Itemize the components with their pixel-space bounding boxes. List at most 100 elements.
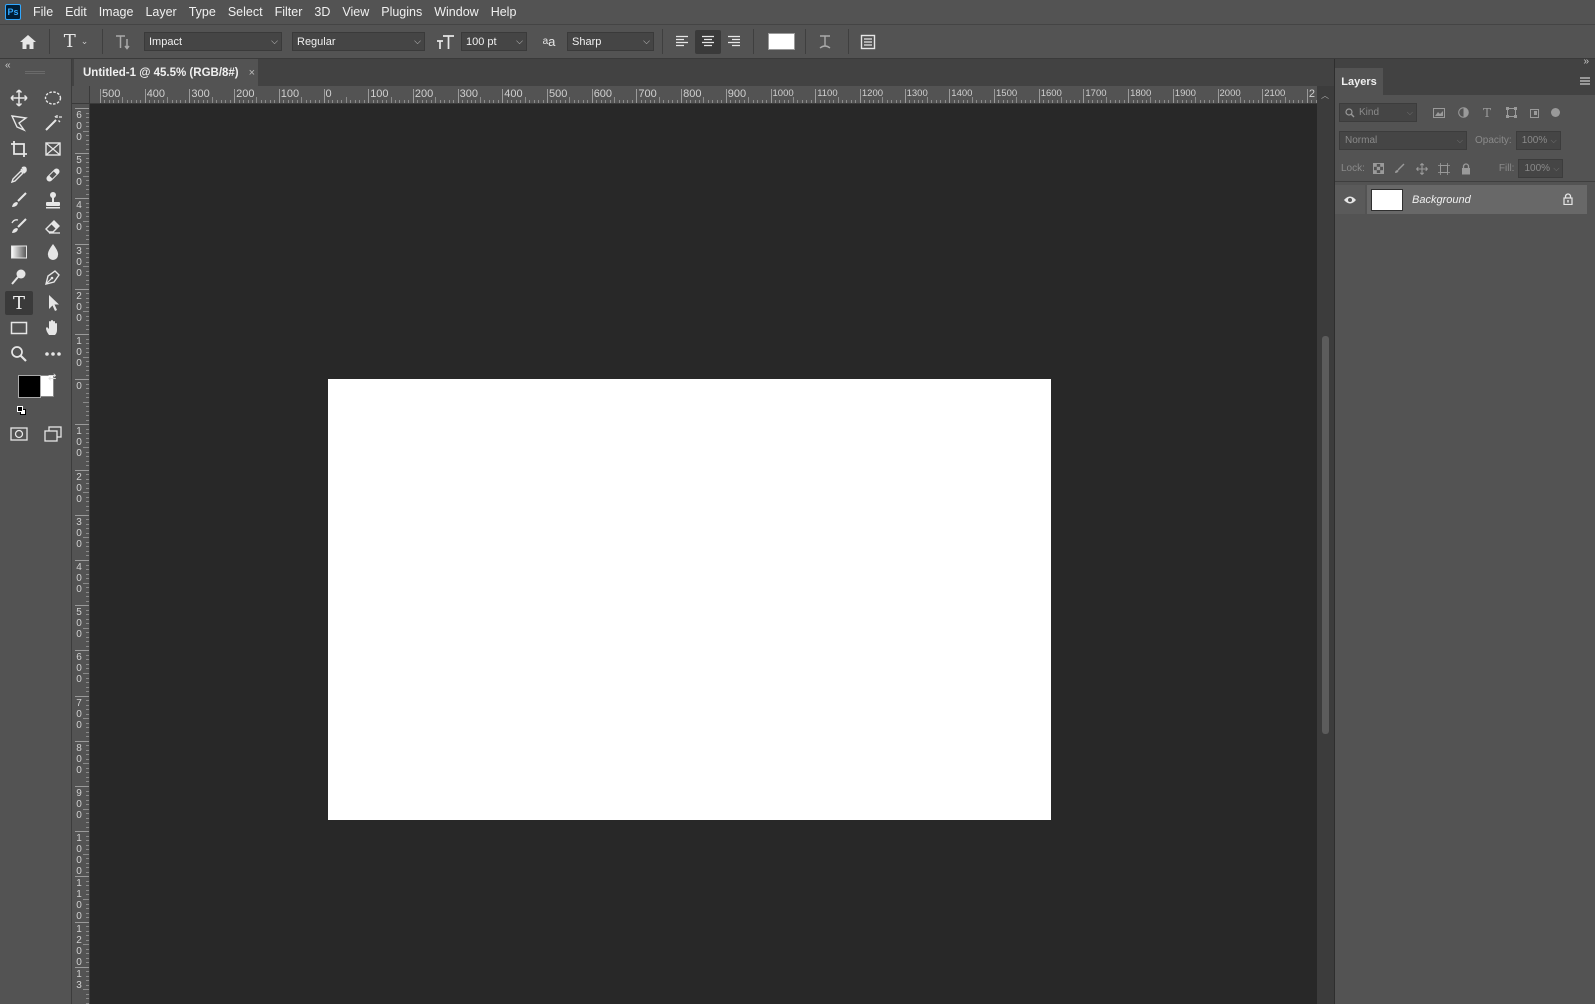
- font-style-dropdown[interactable]: Regular ⌵: [292, 32, 425, 51]
- blend-mode-value: Normal: [1345, 135, 1378, 146]
- tab-layers[interactable]: Layers: [1335, 68, 1383, 95]
- toolbar-grip[interactable]: [25, 71, 45, 74]
- screen-mode-icon[interactable]: [39, 422, 67, 446]
- move-icon[interactable]: [5, 86, 33, 110]
- crop-icon[interactable]: [5, 137, 33, 161]
- menu-help[interactable]: Help: [485, 0, 523, 24]
- filter-toggle-icon[interactable]: [1551, 108, 1560, 117]
- collapse-panels-icon[interactable]: »: [1583, 56, 1589, 67]
- menu-type[interactable]: Type: [183, 0, 222, 24]
- blur-icon[interactable]: [39, 240, 67, 264]
- ruler-minor-tick: [83, 175, 89, 177]
- canvas-area[interactable]: [90, 104, 1317, 1004]
- filter-pixel-icon[interactable]: [1427, 107, 1451, 118]
- scroll-up-icon[interactable]: ︿: [1321, 90, 1329, 101]
- chevron-down-icon: ⌵: [1406, 107, 1413, 117]
- document-tab[interactable]: Untitled-1 @ 45.5% (RGB/8#) ×: [74, 59, 258, 86]
- font-size-value: 100 pt: [466, 35, 497, 48]
- menu-image[interactable]: Image: [93, 0, 140, 24]
- pen-icon[interactable]: [39, 265, 67, 289]
- layer-filter-kind-dropdown[interactable]: Kind ⌵: [1339, 103, 1417, 122]
- opacity-field[interactable]: 100% ⌵: [1515, 131, 1561, 150]
- font-size-dropdown[interactable]: 100 pt ⌵: [461, 32, 527, 51]
- ruler-minor-tick: [122, 97, 124, 103]
- filter-type-icon[interactable]: T: [1475, 106, 1499, 120]
- fill-field[interactable]: 100% ⌵: [1518, 159, 1564, 178]
- marquee-icon[interactable]: [39, 86, 67, 110]
- menu-window[interactable]: Window: [428, 0, 484, 24]
- scrollbar-thumb[interactable]: [1322, 336, 1329, 734]
- antialias-icon: aa: [542, 34, 556, 49]
- blend-mode-dropdown[interactable]: Normal ⌵: [1339, 131, 1467, 150]
- more-icon[interactable]: [39, 342, 67, 366]
- lock-transparent-pixels-icon[interactable]: [1369, 163, 1389, 174]
- brush-icon[interactable]: [5, 188, 33, 212]
- default-colors-icon[interactable]: [17, 406, 26, 415]
- ruler-tick: [904, 89, 906, 103]
- menu-3d[interactable]: 3D: [308, 0, 336, 24]
- rectangle-icon[interactable]: [5, 316, 33, 340]
- warp-text-icon[interactable]: [812, 33, 838, 51]
- layer-visibility-toggle[interactable]: [1335, 185, 1365, 214]
- panel-menu-icon[interactable]: [1580, 74, 1590, 88]
- swap-colors-icon[interactable]: ⇄: [48, 372, 56, 383]
- menu-view[interactable]: View: [336, 0, 375, 24]
- antialias-dropdown[interactable]: Sharp ⌵: [567, 32, 654, 51]
- hand-icon[interactable]: [39, 316, 67, 340]
- layer-row[interactable]: Background: [1367, 185, 1587, 214]
- menu-filter[interactable]: Filter: [269, 0, 309, 24]
- stamp-icon[interactable]: [39, 188, 67, 212]
- vertical-scrollbar[interactable]: ︿: [1317, 86, 1334, 1004]
- path-select-icon[interactable]: [39, 291, 67, 315]
- menu-plugins[interactable]: Plugins: [375, 0, 428, 24]
- ruler-label: 600: [76, 110, 82, 143]
- ruler-minor-tick: [83, 627, 89, 629]
- gradient-icon[interactable]: [5, 240, 33, 264]
- ruler-minor-tick: [83, 718, 89, 720]
- eyedropper-icon[interactable]: [5, 163, 33, 187]
- close-icon[interactable]: ×: [249, 67, 255, 79]
- quick-mask-icon[interactable]: [5, 422, 33, 446]
- font-family-dropdown[interactable]: Impact ⌵: [144, 32, 282, 51]
- type-icon[interactable]: T: [5, 291, 33, 315]
- filter-smart-object-icon[interactable]: [1523, 107, 1547, 118]
- type-tool-preset-picker[interactable]: T ⌄: [56, 31, 96, 52]
- ruler-origin[interactable]: [72, 86, 90, 104]
- lock-all-icon[interactable]: [1455, 162, 1477, 175]
- ruler-minor-tick: [83, 673, 89, 674]
- menu-edit[interactable]: Edit: [59, 0, 93, 24]
- character-panel-icon[interactable]: [855, 34, 881, 50]
- align-right-icon[interactable]: [721, 35, 747, 48]
- menu-layer[interactable]: Layer: [139, 0, 182, 24]
- toggle-text-orientation-icon[interactable]: [109, 33, 137, 51]
- separator: [805, 29, 806, 54]
- ruler-minor-tick: [83, 808, 89, 810]
- ruler-minor-tick: [83, 989, 89, 991]
- dodge-icon[interactable]: [5, 265, 33, 289]
- lock-artboard-icon[interactable]: [1433, 162, 1455, 175]
- lock-image-pixels-icon[interactable]: [1389, 163, 1411, 174]
- zoom-icon[interactable]: [5, 342, 33, 366]
- lasso-icon[interactable]: [5, 111, 33, 135]
- home-icon[interactable]: [13, 34, 43, 50]
- align-left-icon[interactable]: [669, 35, 695, 48]
- healing-icon[interactable]: [39, 163, 67, 187]
- menu-file[interactable]: File: [27, 0, 59, 24]
- menu-select[interactable]: Select: [222, 0, 269, 24]
- history-brush-icon[interactable]: [5, 214, 33, 238]
- document-canvas[interactable]: [328, 379, 1051, 820]
- lock-position-icon[interactable]: [1411, 162, 1433, 175]
- ruler-label: 0: [325, 88, 332, 100]
- align-center-icon[interactable]: [695, 29, 721, 54]
- ruler-label: 300: [459, 88, 478, 100]
- text-color-swatch[interactable]: [768, 33, 795, 50]
- frame-icon[interactable]: [39, 137, 67, 161]
- ruler-minor-tick: [345, 97, 347, 103]
- filter-shape-icon[interactable]: [1499, 107, 1523, 118]
- magic-wand-icon[interactable]: [39, 111, 67, 135]
- foreground-color-swatch[interactable]: [18, 375, 41, 398]
- collapse-toolbar-icon[interactable]: «: [5, 60, 11, 71]
- ruler-tick: [636, 89, 638, 103]
- filter-adjustment-icon[interactable]: [1451, 107, 1475, 118]
- eraser-icon[interactable]: [39, 214, 67, 238]
